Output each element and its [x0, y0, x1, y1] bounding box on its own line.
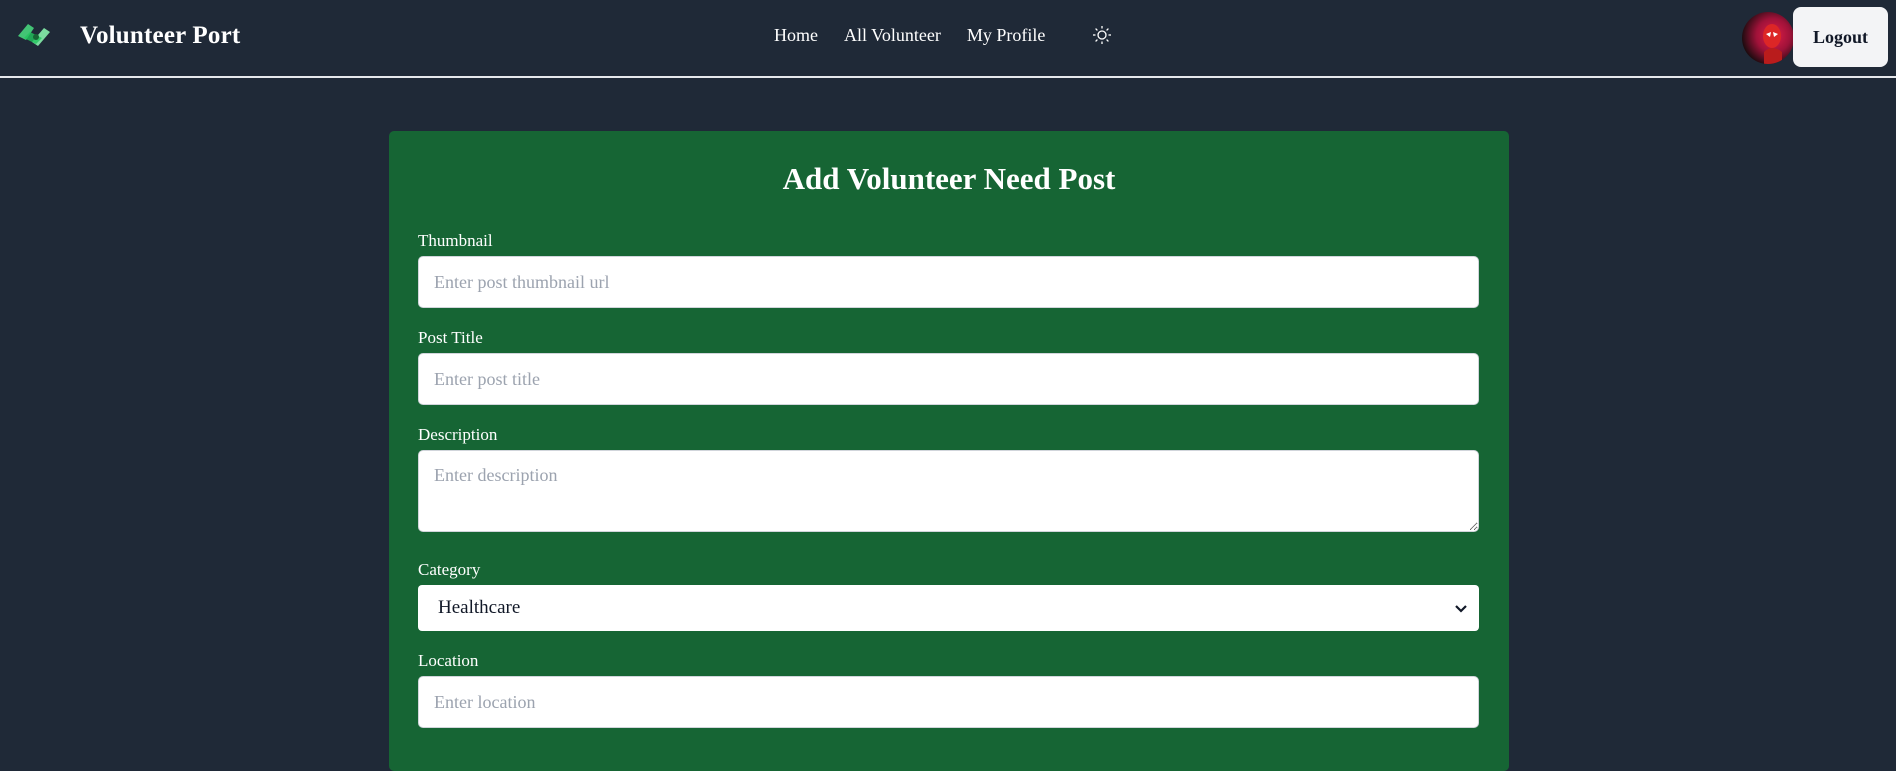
brand-title[interactable]: Volunteer Port [80, 22, 240, 50]
sun-icon[interactable] [1091, 24, 1113, 46]
nav-home-link[interactable]: Home [774, 25, 818, 46]
nav-all-volunteer-link[interactable]: All Volunteer [844, 25, 941, 46]
thumbnail-input[interactable] [418, 256, 1479, 308]
main-nav: Home All Volunteer My Profile [774, 24, 1113, 46]
post-title-label: Post Title [418, 328, 483, 347]
form-title: Add Volunteer Need Post [782, 161, 1116, 196]
user-avatar[interactable] [1742, 12, 1794, 64]
description-textarea[interactable] [418, 450, 1479, 532]
handshake-logo-icon [14, 14, 54, 58]
category-selected-value: Healthcare [438, 597, 521, 618]
post-title-input[interactable] [418, 353, 1479, 405]
chevron-down-icon [1453, 600, 1469, 616]
category-select[interactable]: Healthcare [418, 585, 1479, 631]
location-input[interactable] [418, 676, 1479, 728]
thumbnail-label: Thumbnail [418, 231, 493, 250]
location-label: Location [418, 651, 479, 670]
brand[interactable]: Volunteer Port [14, 14, 240, 58]
add-post-form: Add Volunteer Need Post Thumbnail Post T… [389, 131, 1509, 771]
category-label: Category [418, 560, 481, 579]
description-label: Description [418, 425, 498, 444]
nav-my-profile-link[interactable]: My Profile [967, 25, 1046, 46]
logout-button[interactable]: Logout [1793, 7, 1888, 67]
navbar: Volunteer Port Home All Volunteer My Pro… [0, 0, 1896, 78]
